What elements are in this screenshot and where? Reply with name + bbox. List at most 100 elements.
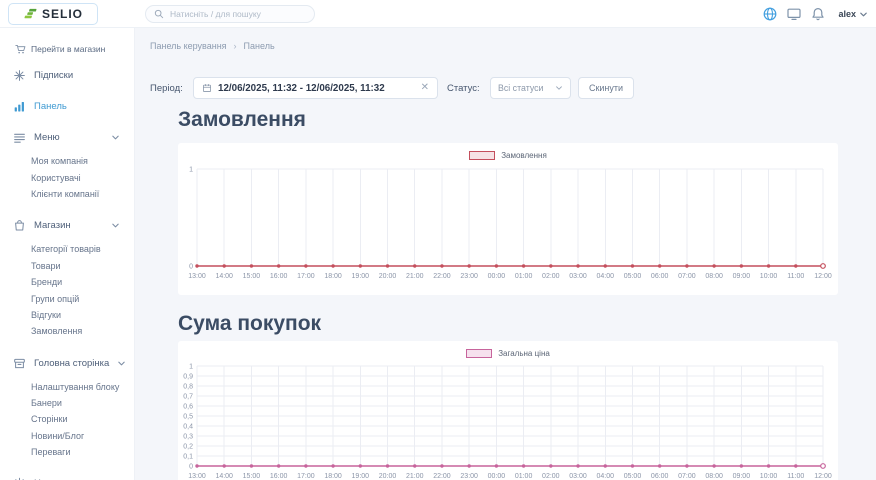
- svg-text:07:00: 07:00: [678, 273, 696, 280]
- chevron-down-icon: [859, 10, 868, 19]
- user-name: alex: [838, 9, 856, 19]
- svg-text:14:00: 14:00: [215, 273, 233, 280]
- sidebar-item-block-settings[interactable]: Налаштування блоку: [0, 379, 134, 395]
- svg-text:09:00: 09:00: [733, 473, 751, 480]
- sidebar-item-dashboard[interactable]: Панель: [0, 91, 134, 122]
- sidebar-item-label: Клієнти компанії: [31, 189, 99, 199]
- svg-text:17:00: 17:00: [297, 273, 315, 280]
- top-header: SELIO alex: [0, 0, 876, 28]
- menu-icon: [13, 131, 26, 144]
- svg-text:0: 0: [189, 463, 193, 470]
- sidebar-item-product-categories[interactable]: Категорії товарів: [0, 241, 134, 257]
- svg-text:0,1: 0,1: [183, 453, 193, 460]
- svg-text:21:00: 21:00: [406, 273, 424, 280]
- orders-section-title: Замовлення: [178, 108, 306, 132]
- sidebar-item-label: Категорії товарів: [31, 244, 101, 254]
- logo[interactable]: SELIO: [8, 3, 98, 25]
- search-input[interactable]: [170, 9, 300, 19]
- subscriptions-icon: [13, 69, 26, 82]
- search-icon: [154, 9, 164, 19]
- svg-text:05:00: 05:00: [624, 473, 642, 480]
- chevron-down-icon: [111, 221, 120, 230]
- bag-icon: [13, 219, 26, 232]
- svg-text:14:00: 14:00: [215, 473, 233, 480]
- chart-icon: [13, 100, 26, 113]
- sidebar-item-shop[interactable]: Магазин: [0, 210, 134, 241]
- orders-chart-card: Замовлення 1013:0014:0015:0016:0017:0018…: [178, 143, 838, 295]
- sidebar-item-benefits[interactable]: Переваги: [0, 444, 134, 460]
- sidebar-item-go-to-store[interactable]: Перейти в магазин: [0, 38, 134, 60]
- breadcrumb-panel: Панель: [244, 41, 275, 51]
- cart-icon: [15, 44, 26, 55]
- sidebar-item-label: Сторінки: [31, 414, 67, 424]
- reset-button[interactable]: Скинути: [578, 77, 634, 99]
- svg-text:09:00: 09:00: [733, 273, 751, 280]
- svg-text:12:00: 12:00: [814, 473, 832, 480]
- legend-label: Замовлення: [501, 151, 547, 160]
- user-menu[interactable]: alex: [838, 9, 868, 19]
- sidebar-item-reviews[interactable]: Відгуки: [0, 307, 134, 323]
- svg-text:07:00: 07:00: [678, 473, 696, 480]
- sidebar-item-news-blog[interactable]: Новини/Блог: [0, 428, 134, 444]
- sidebar-item-orders[interactable]: Замовлення: [0, 323, 134, 339]
- period-input[interactable]: 12/06/2025, 11:32 - 12/06/2025, 11:32 ✕: [193, 77, 438, 99]
- sidebar-item-label: Замовлення: [31, 326, 82, 336]
- svg-text:23:00: 23:00: [460, 273, 478, 280]
- logo-text: SELIO: [42, 7, 83, 21]
- sidebar-item-label: Новини/Блог: [31, 431, 84, 441]
- calendar-icon: [202, 83, 212, 93]
- total-price-chart: 10,90,80,70,60,50,40,30,20,1013:0014:001…: [178, 359, 838, 480]
- svg-text:04:00: 04:00: [596, 473, 614, 480]
- svg-text:22:00: 22:00: [433, 473, 451, 480]
- filter-bar: Період: 12/06/2025, 11:32 - 12/06/2025, …: [135, 77, 876, 99]
- svg-text:0,4: 0,4: [183, 423, 193, 430]
- sidebar-item-products[interactable]: Товари: [0, 258, 134, 274]
- svg-text:06:00: 06:00: [651, 473, 669, 480]
- chevron-down-icon: [117, 359, 126, 368]
- svg-text:21:00: 21:00: [406, 473, 424, 480]
- sidebar-item-label: Товари: [31, 261, 61, 271]
- svg-text:12:00: 12:00: [814, 273, 832, 280]
- sidebar-item-my-company[interactable]: Моя компанія: [0, 153, 134, 169]
- svg-text:06:00: 06:00: [651, 273, 669, 280]
- sidebar-item-label: Відгуки: [31, 310, 61, 320]
- clear-period-icon[interactable]: ✕: [421, 83, 429, 93]
- orders-chart-legend[interactable]: Замовлення: [178, 151, 838, 160]
- sidebar-item-menu[interactable]: Меню: [0, 122, 134, 153]
- svg-text:15:00: 15:00: [243, 273, 261, 280]
- sidebar-item-label: Банери: [31, 398, 62, 408]
- sidebar-item-subscriptions[interactable]: Підписки: [0, 60, 134, 91]
- sidebar-item-users[interactable]: Користувачі: [0, 169, 134, 185]
- sidebar-item-company-clients[interactable]: Клієнти компанії: [0, 186, 134, 202]
- svg-text:0,5: 0,5: [183, 413, 193, 420]
- sidebar-item-brands[interactable]: Бренди: [0, 274, 134, 290]
- sidebar-item-homepage[interactable]: Головна сторінка: [0, 348, 134, 379]
- global-search[interactable]: [145, 5, 315, 23]
- sidebar-item-label: Моя компанія: [31, 156, 88, 166]
- chevron-down-icon: [111, 133, 120, 142]
- svg-text:00:00: 00:00: [488, 473, 506, 480]
- status-label: Статус:: [447, 83, 480, 94]
- svg-text:04:00: 04:00: [596, 273, 614, 280]
- breadcrumb-separator: ›: [234, 41, 237, 51]
- sidebar-item-pages[interactable]: Сторінки: [0, 411, 134, 427]
- breadcrumb: Панель керування › Панель: [150, 41, 275, 51]
- sidebar-item-option-groups[interactable]: Групи опцій: [0, 290, 134, 306]
- svg-text:13:00: 13:00: [188, 273, 206, 280]
- language-globe-icon[interactable]: [762, 6, 778, 22]
- notifications-bell-icon[interactable]: [810, 6, 826, 22]
- svg-text:02:00: 02:00: [542, 473, 560, 480]
- svg-text:1: 1: [189, 166, 193, 173]
- svg-text:01:00: 01:00: [515, 273, 533, 280]
- svg-text:08:00: 08:00: [705, 473, 723, 480]
- breadcrumb-dashboard[interactable]: Панель керування: [150, 41, 227, 51]
- purchases-chart-legend[interactable]: Загальна ціна: [178, 349, 838, 358]
- svg-text:0,6: 0,6: [183, 403, 193, 410]
- svg-text:20:00: 20:00: [379, 273, 397, 280]
- status-select[interactable]: Всі статуси: [490, 77, 571, 99]
- sidebar-item-banners[interactable]: Банери: [0, 395, 134, 411]
- storefront-monitor-icon[interactable]: [786, 6, 802, 22]
- sidebar-item-settings[interactable]: Налаштування: [0, 468, 134, 480]
- purchases-section-title: Сума покупок: [178, 312, 321, 336]
- orders-chart: 1013:0014:0015:0016:0017:0018:0019:0020:…: [178, 161, 838, 295]
